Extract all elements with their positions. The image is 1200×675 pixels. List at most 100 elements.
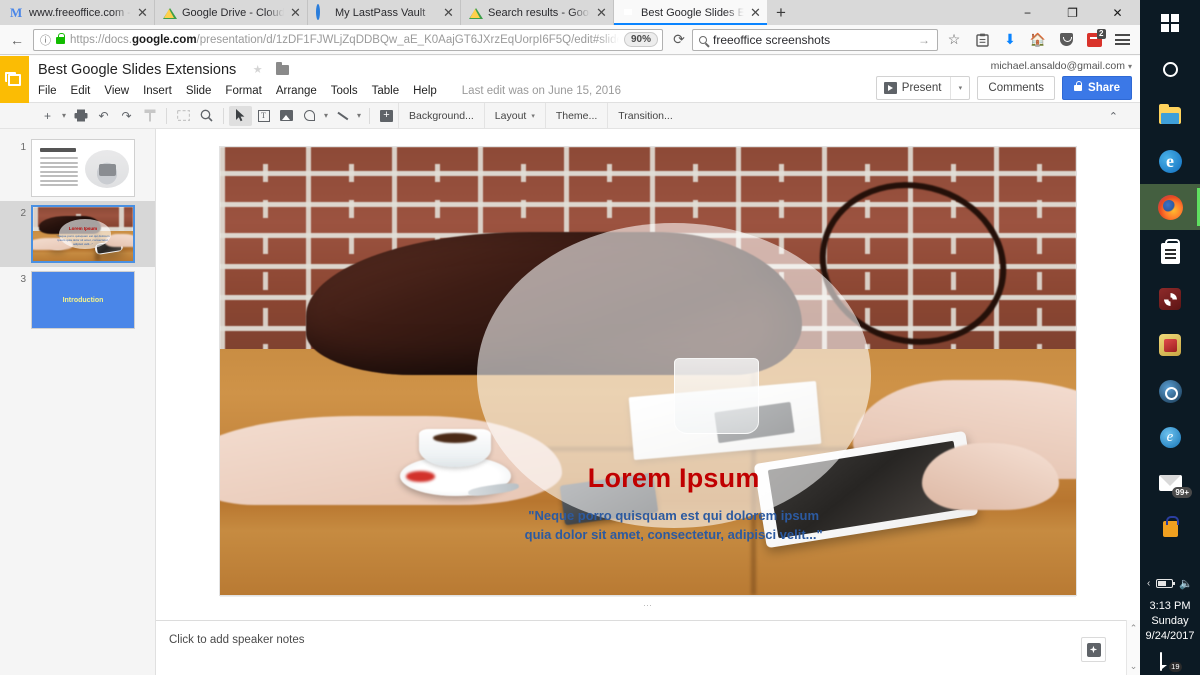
shape-dropdown-icon[interactable]: ▾ xyxy=(321,106,331,126)
browser-tab-4[interactable]: Search results - Google Driv ✕ xyxy=(461,0,614,25)
folder-icon[interactable] xyxy=(276,62,290,75)
lastpass-button[interactable] xyxy=(1140,506,1200,552)
account-email[interactable]: michael.ansaldo@gmail.com ▾ xyxy=(991,60,1132,72)
scroll-down-icon[interactable]: ⌄ xyxy=(1130,661,1138,672)
line-dropdown-icon[interactable]: ▾ xyxy=(354,106,364,126)
action-center-button[interactable]: 19 xyxy=(1160,652,1183,673)
menu-arrange[interactable]: Arrange xyxy=(269,83,324,99)
menu-help[interactable]: Help xyxy=(406,83,444,99)
present-button[interactable]: Present ▾ xyxy=(875,76,971,100)
menu-tools[interactable]: Tools xyxy=(324,83,365,99)
maximize-button[interactable]: ❐ xyxy=(1050,0,1095,25)
speaker-notes-panel[interactable]: Click to add speaker notes xyxy=(156,620,1126,675)
theme-button[interactable]: Theme... xyxy=(544,102,607,129)
start-button[interactable] xyxy=(1140,0,1200,46)
browser-tab-5-active[interactable]: Best Google Slides Extensio ✕ xyxy=(614,0,767,25)
notes-scrollbar[interactable]: ⌃ ⌄ xyxy=(1126,620,1140,675)
browser-tab-1[interactable]: M www.freeoffice.com - Down ✕ xyxy=(2,0,155,25)
photo-app-button[interactable] xyxy=(1140,322,1200,368)
page-info-icon[interactable]: ⓘ xyxy=(40,32,51,48)
fit-to-window-icon[interactable] xyxy=(172,106,195,126)
show-hidden-icons-icon[interactable]: ‹ xyxy=(1147,578,1150,589)
downloads-icon[interactable]: ⬇ xyxy=(996,27,1024,53)
last-edit-label[interactable]: Last edit was on June 15, 2016 xyxy=(462,85,621,97)
layout-dropdown-icon[interactable]: ▾ xyxy=(531,112,535,120)
speaker-notes-placeholder[interactable]: Click to add speaker notes xyxy=(156,621,1126,646)
line-icon[interactable] xyxy=(331,106,354,126)
comments-button[interactable]: Comments xyxy=(977,76,1056,100)
collapse-toolbar-icon[interactable]: ⌃ xyxy=(1109,103,1118,129)
paint-format-icon[interactable] xyxy=(138,106,161,126)
internet-explorer-button[interactable] xyxy=(1140,414,1200,460)
insert-image-icon[interactable] xyxy=(275,106,298,126)
microsoft-edge-button[interactable] xyxy=(1140,138,1200,184)
background-button[interactable]: Background... xyxy=(398,102,484,129)
select-cursor-icon[interactable] xyxy=(229,105,252,126)
close-icon[interactable]: ✕ xyxy=(136,6,149,19)
menu-insert[interactable]: Insert xyxy=(136,83,179,99)
file-explorer-button[interactable] xyxy=(1140,92,1200,138)
scroll-up-icon[interactable]: ⌃ xyxy=(1130,623,1138,634)
transition-button[interactable]: Transition... xyxy=(607,102,682,129)
menu-edit[interactable]: Edit xyxy=(64,83,98,99)
text-box-icon[interactable]: T xyxy=(252,106,275,126)
reload-icon[interactable]: ⟳ xyxy=(666,27,692,53)
menu-slide[interactable]: Slide xyxy=(179,83,219,99)
current-slide-stage[interactable]: Lorem Ipsum "Neque porro quisquam est qu… xyxy=(220,147,1076,595)
firefox-button[interactable] xyxy=(1140,184,1200,230)
close-window-button[interactable]: ✕ xyxy=(1095,0,1140,25)
disk-app-button[interactable] xyxy=(1140,276,1200,322)
browser-tab-3[interactable]: My LastPass Vault ✕ xyxy=(308,0,461,25)
new-slide-dropdown-icon[interactable]: ▾ xyxy=(59,106,69,126)
shape-icon[interactable] xyxy=(298,106,321,126)
battery-icon[interactable] xyxy=(1156,579,1176,588)
mail-button[interactable]: 99+ xyxy=(1140,460,1200,506)
filmstrip-slide-3[interactable]: 3 Introduction xyxy=(0,267,155,333)
microsoft-store-button[interactable] xyxy=(1140,230,1200,276)
zoom-icon[interactable] xyxy=(195,106,218,126)
add-comment-icon[interactable] xyxy=(375,106,398,126)
slide-thumbnail[interactable] xyxy=(31,139,135,197)
star-icon[interactable]: ★ xyxy=(253,64,263,76)
pocket-icon[interactable] xyxy=(1052,27,1080,53)
slide-thumbnail[interactable]: Introduction xyxy=(31,271,135,329)
menu-icon[interactable] xyxy=(1108,27,1136,53)
steam-button[interactable] xyxy=(1140,368,1200,414)
share-button[interactable]: Share xyxy=(1062,76,1132,100)
minimize-button[interactable]: − xyxy=(1005,0,1050,25)
search-bar[interactable]: freeoffice screenshots → xyxy=(692,28,938,51)
close-icon[interactable]: ✕ xyxy=(442,6,455,19)
notes-resize-handle[interactable]: ⋯ xyxy=(643,600,653,611)
new-slide-button[interactable]: + xyxy=(36,106,59,126)
slide-subtitle-text[interactable]: "Neque porro quisquam est qui dolorem ip… xyxy=(520,507,827,545)
slide-text-overlay[interactable]: Lorem Ipsum "Neque porro quisquam est qu… xyxy=(476,223,871,542)
slide-thumbnail[interactable]: Lorem Ipsum "Neque porro quisquam est qu… xyxy=(31,205,135,263)
back-arrow-icon[interactable]: ← xyxy=(4,27,30,53)
star-icon[interactable]: ☆ xyxy=(940,27,968,53)
search-go-icon[interactable]: → xyxy=(918,33,932,47)
address-bar[interactable]: ⓘ https://docs.google.com/presentation/d… xyxy=(33,28,663,51)
cortana-search-button[interactable] xyxy=(1140,46,1200,92)
menu-format[interactable]: Format xyxy=(218,83,268,99)
document-title[interactable]: Best Google Slides Extensions xyxy=(38,62,236,78)
close-icon[interactable]: ✕ xyxy=(595,6,608,19)
zoom-level-badge[interactable]: 90% xyxy=(623,32,658,47)
search-input-value[interactable]: freeoffice screenshots xyxy=(713,33,912,47)
present-dropdown-icon[interactable]: ▾ xyxy=(950,77,969,99)
library-icon[interactable] xyxy=(968,27,996,53)
menu-table[interactable]: Table xyxy=(365,83,407,99)
print-icon[interactable] xyxy=(69,106,92,126)
volume-icon[interactable]: 🔈 xyxy=(1179,577,1193,590)
home-icon[interactable]: 🏠 xyxy=(1024,27,1052,53)
clock[interactable]: 3:13 PM Sunday 9/24/2017 xyxy=(1146,599,1195,644)
slide-title-text[interactable]: Lorem Ipsum xyxy=(588,463,760,494)
filmstrip-slide-1[interactable]: 1 xyxy=(0,135,155,201)
close-icon[interactable]: ✕ xyxy=(289,6,302,19)
google-slides-logo-icon[interactable] xyxy=(0,56,29,103)
menu-file[interactable]: File xyxy=(38,83,64,99)
explore-button[interactable] xyxy=(1081,637,1106,662)
redo-icon[interactable]: ↷ xyxy=(115,106,138,126)
menu-view[interactable]: View xyxy=(97,83,136,99)
undo-icon[interactable]: ↶ xyxy=(92,106,115,126)
layout-button[interactable]: Layout ▾ xyxy=(483,102,545,129)
